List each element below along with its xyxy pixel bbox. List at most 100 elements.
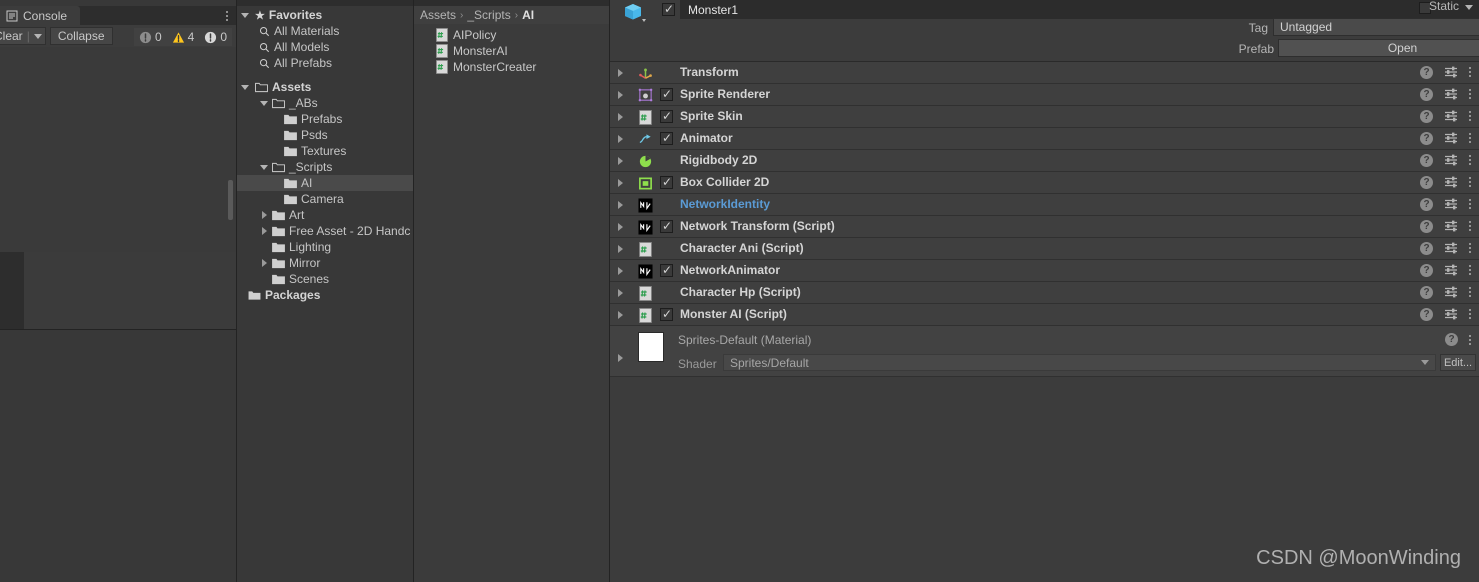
component-row-rigidbody-2d[interactable]: Rigidbody 2D ? <box>610 150 1479 172</box>
project-folder-psds[interactable]: Psds <box>237 127 413 143</box>
divider-project-assets[interactable] <box>413 0 414 582</box>
divider-hierarchy-console[interactable] <box>0 329 236 330</box>
preset-icon[interactable] <box>1444 219 1458 233</box>
chevron-right-icon[interactable] <box>259 210 269 220</box>
kebab-menu-icon[interactable] <box>1469 287 1471 297</box>
preset-icon[interactable] <box>1444 153 1458 167</box>
kebab-menu-icon[interactable] <box>1469 111 1471 121</box>
component-row-box-collider-2d[interactable]: ✓ Box Collider 2D ? <box>610 172 1479 194</box>
kebab-menu-icon[interactable] <box>1469 67 1471 77</box>
kebab-menu-icon[interactable] <box>1469 155 1471 165</box>
breadcrumb-item-assets[interactable]: Assets <box>420 8 456 22</box>
project-folder--scripts[interactable]: _Scripts <box>237 159 413 175</box>
help-icon[interactable]: ? <box>1420 109 1433 123</box>
kebab-menu-icon[interactable] <box>1469 133 1471 143</box>
project-folder-ai[interactable]: AI <box>237 175 413 191</box>
help-icon[interactable]: ? <box>1420 87 1433 101</box>
divider-hierarchy-project[interactable] <box>236 0 237 582</box>
breadcrumb-item-ai[interactable]: AI <box>522 8 534 22</box>
asset-item-monsterai[interactable]: MonsterAI <box>414 43 609 59</box>
kebab-menu-icon[interactable] <box>1469 177 1471 187</box>
static-chevron-down-icon[interactable] <box>1465 5 1473 10</box>
preset-icon[interactable] <box>1444 307 1458 321</box>
component-enabled-checkbox[interactable]: ✓ <box>660 87 673 101</box>
log-count[interactable]: 0 <box>133 28 167 46</box>
console-log-area[interactable] <box>0 47 236 252</box>
expand-chevron-icon[interactable] <box>618 311 623 319</box>
help-icon[interactable]: ? <box>1445 333 1458 346</box>
preset-icon[interactable] <box>1444 65 1458 79</box>
hierarchy-scrollbar[interactable] <box>228 180 233 220</box>
component-row-networkidentity[interactable]: NetworkIdentity ? <box>610 194 1479 216</box>
help-icon[interactable]: ? <box>1420 263 1433 277</box>
prefab-open-button[interactable]: Open <box>1278 39 1479 57</box>
breadcrumb-item--scripts[interactable]: _Scripts <box>467 8 510 22</box>
preset-icon[interactable] <box>1444 197 1458 211</box>
divider-assets-inspector[interactable] <box>609 0 610 582</box>
help-icon[interactable]: ? <box>1420 285 1433 299</box>
expand-chevron-icon[interactable] <box>618 157 623 165</box>
component-row-networkanimator[interactable]: ✓ NetworkAnimator ? <box>610 260 1479 282</box>
preset-icon[interactable] <box>1444 175 1458 189</box>
kebab-menu-icon[interactable] <box>1469 243 1471 253</box>
preset-icon[interactable] <box>1444 241 1458 255</box>
preset-icon[interactable] <box>1444 285 1458 299</box>
project-folder-camera[interactable]: Camera <box>237 191 413 207</box>
chevron-down-icon[interactable] <box>241 12 249 18</box>
object-enabled-checkbox[interactable]: ✓ <box>662 2 675 16</box>
asset-item-aipolicy[interactable]: AIPolicy <box>414 27 609 43</box>
preset-icon[interactable] <box>1444 87 1458 101</box>
component-enabled-checkbox[interactable]: ✓ <box>660 109 673 123</box>
help-icon[interactable]: ? <box>1420 131 1433 145</box>
kebab-menu-icon[interactable] <box>1469 89 1471 99</box>
project-folder-mirror[interactable]: Mirror <box>237 255 413 271</box>
chevron-down-icon[interactable] <box>259 98 269 108</box>
component-enabled-checkbox[interactable]: ✓ <box>660 307 673 321</box>
expand-chevron-icon[interactable] <box>618 223 623 231</box>
favorites-root[interactable]: ★ Favorites <box>237 7 413 23</box>
project-folder-lighting[interactable]: Lighting <box>237 239 413 255</box>
expand-chevron-icon[interactable] <box>618 179 623 187</box>
warning-count[interactable]: 4 <box>166 28 200 46</box>
component-enabled-checkbox[interactable]: ✓ <box>660 263 673 277</box>
component-enabled-checkbox[interactable]: ✓ <box>660 175 673 189</box>
help-icon[interactable]: ? <box>1420 153 1433 167</box>
help-icon[interactable]: ? <box>1420 241 1433 255</box>
project-folder-scenes[interactable]: Scenes <box>237 271 413 287</box>
help-icon[interactable]: ? <box>1420 175 1433 189</box>
chevron-down-icon[interactable] <box>241 84 249 90</box>
asset-item-monstercreater[interactable]: MonsterCreater <box>414 59 609 75</box>
clear-button[interactable]: Clear | <box>0 27 46 45</box>
component-enabled-checkbox[interactable]: ✓ <box>660 131 673 145</box>
shader-dropdown[interactable]: Sprites/Default <box>723 354 1436 371</box>
shader-edit-button[interactable]: Edit... <box>1440 354 1476 371</box>
expand-chevron-icon[interactable] <box>618 267 623 275</box>
preset-icon[interactable] <box>1444 109 1458 123</box>
help-icon[interactable]: ? <box>1420 307 1433 321</box>
component-row-animator[interactable]: ✓ Animator ? <box>610 128 1479 150</box>
project-folder-free-asset-2d-handc[interactable]: Free Asset - 2D Handc <box>237 223 413 239</box>
kebab-menu-icon[interactable] <box>1469 309 1471 319</box>
component-row-character-ani-script[interactable]: Character Ani (Script) ? <box>610 238 1479 260</box>
error-count[interactable]: 0 <box>199 28 232 46</box>
favorite-item-all-models[interactable]: All Models <box>237 39 413 55</box>
expand-chevron-icon[interactable] <box>618 245 623 253</box>
component-row-sprite-renderer[interactable]: ✓ Sprite Renderer ? <box>610 84 1479 106</box>
help-icon[interactable]: ? <box>1420 219 1433 233</box>
help-icon[interactable]: ? <box>1420 65 1433 79</box>
chevron-right-icon[interactable] <box>259 258 269 268</box>
component-row-monster-ai-script[interactable]: ✓ Monster AI (Script) ? <box>610 304 1479 326</box>
expand-chevron-icon[interactable] <box>618 135 623 143</box>
material-expand-chevron-icon[interactable] <box>618 354 623 362</box>
preset-icon[interactable] <box>1444 131 1458 145</box>
component-row-network-transform-script[interactable]: ✓ Network Transform (Script) ? <box>610 216 1479 238</box>
kebab-menu-icon[interactable] <box>1469 199 1471 209</box>
expand-chevron-icon[interactable] <box>618 91 623 99</box>
packages-root[interactable]: Packages <box>237 287 413 303</box>
help-icon[interactable]: ? <box>1420 197 1433 211</box>
component-enabled-checkbox[interactable]: ✓ <box>660 219 673 233</box>
material-preview-swatch[interactable] <box>638 332 664 362</box>
collapse-button[interactable]: Collapse <box>49 27 113 45</box>
chevron-down-icon[interactable] <box>259 162 269 172</box>
expand-chevron-icon[interactable] <box>618 201 623 209</box>
